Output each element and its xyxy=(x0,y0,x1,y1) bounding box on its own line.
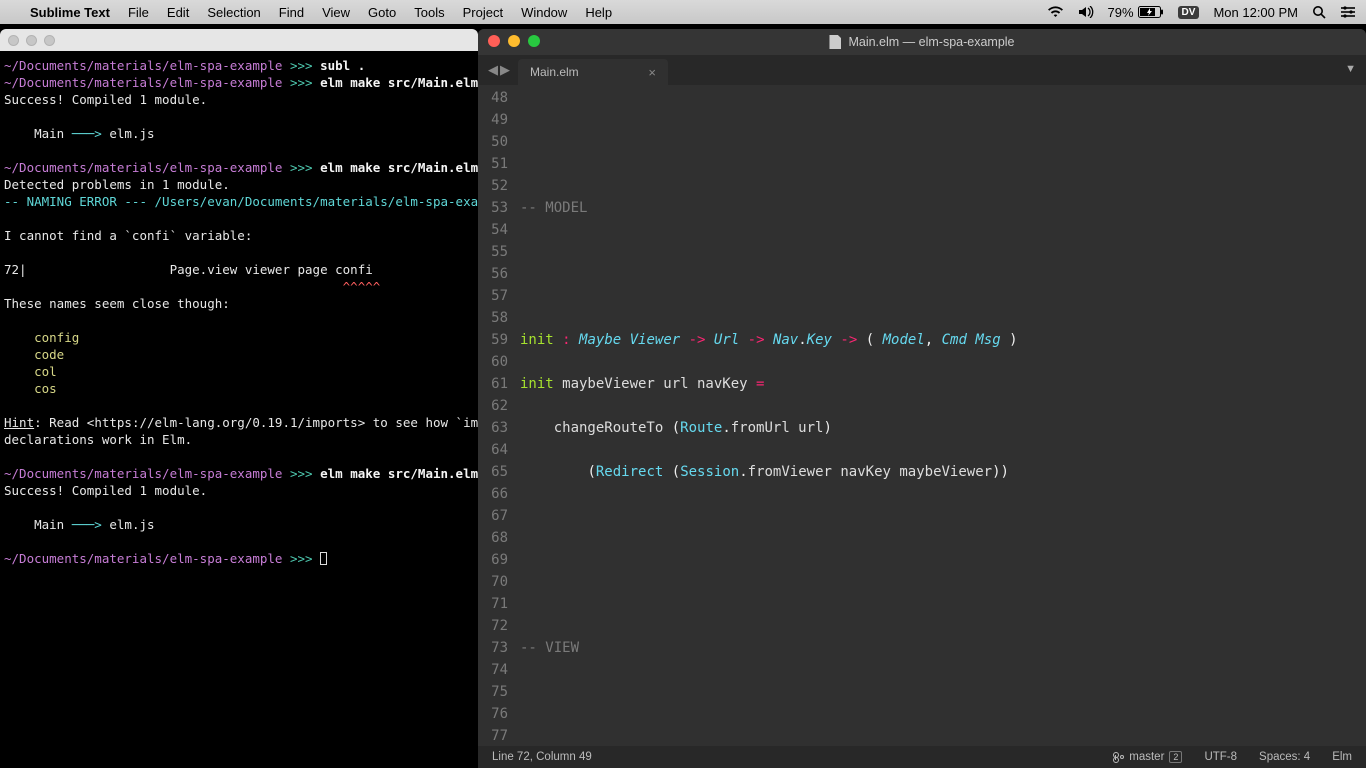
terminal-cursor xyxy=(320,552,327,565)
menu-project[interactable]: Project xyxy=(463,5,503,20)
syntax-mode[interactable]: Elm xyxy=(1332,751,1352,763)
nav-back-icon[interactable]: ◀ xyxy=(488,62,498,78)
terminal-titlebar[interactable] xyxy=(0,29,478,51)
traffic-minimize-icon[interactable] xyxy=(26,35,37,46)
desktop: ~/Documents/materials/elm-spa-example >>… xyxy=(0,24,1366,768)
terminal-window: ~/Documents/materials/elm-spa-example >>… xyxy=(0,29,478,768)
terminal-body[interactable]: ~/Documents/materials/elm-spa-example >>… xyxy=(0,51,478,573)
menu-file[interactable]: File xyxy=(128,5,149,20)
tab-main-elm[interactable]: Main.elm × xyxy=(518,59,668,85)
battery-status[interactable]: 79% xyxy=(1108,5,1164,20)
status-bar: Line 72, Column 49 master 2 UTF-8 Spaces… xyxy=(478,746,1366,768)
spotlight-icon[interactable] xyxy=(1312,5,1326,19)
traffic-minimize-icon[interactable] xyxy=(508,35,520,47)
menu-help[interactable]: Help xyxy=(585,5,612,20)
menu-view[interactable]: View xyxy=(322,5,350,20)
editor-window: Main.elm — elm-spa-example ◀ ▶ Main.elm … xyxy=(478,29,1366,768)
menu-selection[interactable]: Selection xyxy=(207,5,260,20)
tab-close-icon[interactable]: × xyxy=(648,65,656,80)
battery-percent: 79% xyxy=(1108,5,1134,20)
code-content[interactable]: -- MODEL init : Maybe Viewer -> Url -> N… xyxy=(516,85,1366,746)
git-branch-icon xyxy=(1113,752,1124,763)
tab-bar: ◀ ▶ Main.elm × ▼ xyxy=(478,55,1366,85)
document-icon xyxy=(829,35,841,49)
menu-goto[interactable]: Goto xyxy=(368,5,396,20)
traffic-zoom-icon[interactable] xyxy=(44,35,55,46)
active-app-name[interactable]: Sublime Text xyxy=(30,5,110,20)
tab-overflow-icon[interactable]: ▼ xyxy=(1345,63,1356,75)
code-area[interactable]: 48 49 50 51 52 53 54 55 56 57 58 59 60 6… xyxy=(478,85,1366,746)
encoding[interactable]: UTF-8 xyxy=(1204,751,1237,763)
macos-menubar: Sublime Text File Edit Selection Find Vi… xyxy=(0,0,1366,24)
cursor-position[interactable]: Line 72, Column 49 xyxy=(492,751,592,763)
traffic-zoom-icon[interactable] xyxy=(528,35,540,47)
traffic-close-icon[interactable] xyxy=(488,35,500,47)
clock[interactable]: Mon 12:00 PM xyxy=(1213,5,1298,20)
editor-titlebar[interactable]: Main.elm — elm-spa-example xyxy=(478,29,1366,55)
traffic-close-icon[interactable] xyxy=(8,35,19,46)
indent[interactable]: Spaces: 4 xyxy=(1259,751,1310,763)
volume-icon[interactable] xyxy=(1078,6,1094,18)
git-branch[interactable]: master 2 xyxy=(1113,751,1182,763)
tab-label: Main.elm xyxy=(530,65,579,79)
nav-forward-icon[interactable]: ▶ xyxy=(500,62,510,78)
wifi-icon[interactable] xyxy=(1047,6,1064,18)
line-gutter: 48 49 50 51 52 53 54 55 56 57 58 59 60 6… xyxy=(478,85,516,746)
window-title: Main.elm — elm-spa-example xyxy=(848,35,1014,49)
control-center-icon[interactable] xyxy=(1340,6,1356,18)
menu-tools[interactable]: Tools xyxy=(414,5,444,20)
menu-edit[interactable]: Edit xyxy=(167,5,189,20)
menu-window[interactable]: Window xyxy=(521,5,567,20)
menu-extra-badge[interactable]: DV xyxy=(1178,6,1200,19)
menu-find[interactable]: Find xyxy=(279,5,304,20)
